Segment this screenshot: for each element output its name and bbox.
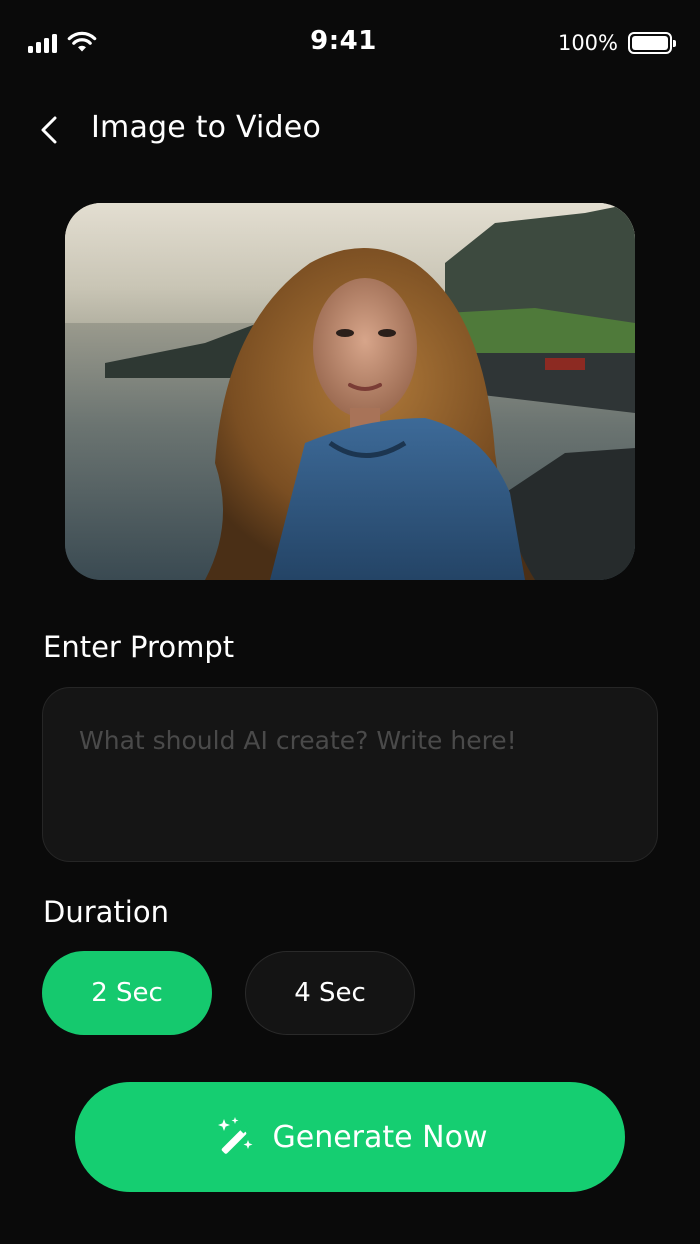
source-image-preview[interactable]: [65, 203, 635, 580]
magic-wand-icon: [217, 1117, 252, 1154]
chevron-left-icon[interactable]: [30, 110, 70, 150]
status-bar: 9:41 100%: [0, 0, 700, 86]
prompt-label: Enter Prompt: [43, 630, 235, 664]
duration-option-label: 4 Sec: [294, 978, 366, 1008]
generate-now-button[interactable]: Generate Now: [75, 1082, 625, 1192]
battery-icon: [628, 32, 676, 54]
generate-button-label: Generate Now: [272, 1119, 488, 1155]
duration-option-label: 2 Sec: [91, 978, 163, 1008]
header: Image to Video: [0, 100, 700, 160]
preview-photo: [65, 203, 635, 580]
prompt-field[interactable]: [42, 687, 658, 862]
duration-option-2-sec[interactable]: 2 Sec: [42, 951, 212, 1035]
battery-percent: 100%: [557, 31, 618, 55]
page-title: Image to Video: [91, 110, 321, 145]
screen: 9:41 100% Image to Video Enter Prompt Wh…: [0, 0, 700, 1244]
duration-option-4-sec[interactable]: 4 Sec: [245, 951, 415, 1035]
prompt-input[interactable]: [43, 688, 657, 861]
duration-label: Duration: [43, 895, 169, 929]
